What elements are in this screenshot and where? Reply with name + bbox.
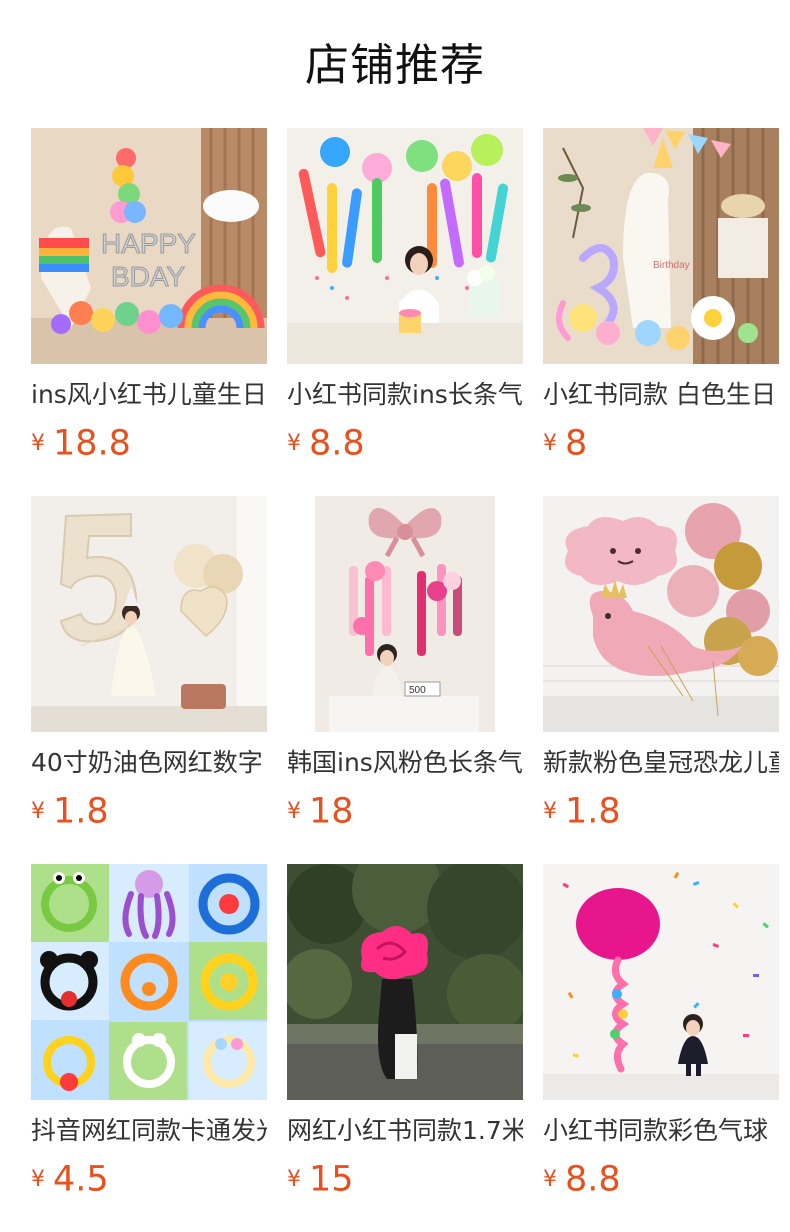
product-title[interactable]: 小红书同款 白色生日 <box>543 379 779 411</box>
product-image[interactable] <box>287 128 523 364</box>
svg-text:Birthday: Birthday <box>653 260 690 271</box>
product-price: ¥15 <box>287 1157 523 1201</box>
product-title[interactable]: 网红小红书同款1.7米 <box>287 1115 523 1147</box>
product-image[interactable] <box>31 496 267 732</box>
product-price: ¥8.8 <box>287 421 523 465</box>
product-card[interactable]: 小红书同款ins长条气 ¥8.8 <box>287 128 523 496</box>
product-card[interactable]: 40寸奶油色网红数字 ¥1.8 <box>31 496 267 864</box>
price-amount: 1.8 <box>565 791 621 832</box>
price-amount: 4.5 <box>53 1159 109 1200</box>
currency-symbol: ¥ <box>543 798 557 824</box>
page-title: 店铺推荐 <box>305 40 485 91</box>
price-amount: 1.8 <box>53 791 109 832</box>
product-image[interactable]: 500 <box>287 496 523 732</box>
product-card[interactable]: HAPPY BDAY ins风小红书儿童生日 ¥18.8 <box>31 128 267 496</box>
currency-symbol: ¥ <box>287 430 301 456</box>
product-title[interactable]: 韩国ins风粉色长条气 <box>287 747 523 779</box>
product-card[interactable]: 网红小红书同款1.7米 ¥15 <box>287 864 523 1232</box>
product-image[interactable]: HAPPY BDAY <box>31 128 267 364</box>
product-image[interactable] <box>287 864 523 1100</box>
product-image[interactable]: Birthday <box>543 128 779 364</box>
currency-symbol: ¥ <box>31 798 45 824</box>
product-price: ¥1.8 <box>543 789 779 833</box>
price-amount: 18 <box>309 791 354 832</box>
currency-symbol: ¥ <box>287 1166 301 1192</box>
product-image[interactable] <box>31 864 267 1100</box>
product-price: ¥1.8 <box>31 789 267 833</box>
product-card[interactable]: 500 韩国ins风粉色长条气 ¥18 <box>287 496 523 864</box>
currency-symbol: ¥ <box>287 798 301 824</box>
product-price: ¥18 <box>287 789 523 833</box>
svg-text:500: 500 <box>409 685 426 696</box>
product-image[interactable] <box>543 496 779 732</box>
price-amount: 8.8 <box>565 1159 621 1200</box>
product-title[interactable]: 抖音网红同款卡通发光 <box>31 1115 267 1147</box>
currency-symbol: ¥ <box>31 430 45 456</box>
currency-symbol: ¥ <box>543 430 557 456</box>
price-amount: 15 <box>309 1159 354 1200</box>
product-price: ¥8.8 <box>543 1157 779 1201</box>
product-price: ¥18.8 <box>31 421 267 465</box>
currency-symbol: ¥ <box>543 1166 557 1192</box>
product-title[interactable]: 新款粉色皇冠恐龙儿童 <box>543 747 779 779</box>
svg-text:HAPPY: HAPPY <box>101 228 196 259</box>
price-amount: 8.8 <box>309 423 365 464</box>
product-price: ¥8 <box>543 421 779 465</box>
product-card[interactable]: 新款粉色皇冠恐龙儿童 ¥1.8 <box>543 496 779 864</box>
product-title[interactable]: 40寸奶油色网红数字 <box>31 747 267 779</box>
product-card[interactable]: 小红书同款彩色气球 ¥8.8 <box>543 864 779 1232</box>
product-card[interactable]: 抖音网红同款卡通发光 ¥4.5 <box>31 864 267 1232</box>
currency-symbol: ¥ <box>31 1166 45 1192</box>
product-title[interactable]: 小红书同款彩色气球 <box>543 1115 779 1147</box>
price-amount: 18.8 <box>53 423 131 464</box>
product-image[interactable] <box>543 864 779 1100</box>
product-grid: HAPPY BDAY ins风小红书儿童生日 ¥18.8 小红书同款ins长条气… <box>31 128 779 1232</box>
product-title[interactable]: 小红书同款ins长条气 <box>287 379 523 411</box>
product-card[interactable]: Birthday 小红书同款 白色生日 ¥8 <box>543 128 779 496</box>
product-title[interactable]: ins风小红书儿童生日 <box>31 379 267 411</box>
product-price: ¥4.5 <box>31 1157 267 1201</box>
svg-text:BDAY: BDAY <box>111 261 185 292</box>
price-amount: 8 <box>565 423 588 464</box>
